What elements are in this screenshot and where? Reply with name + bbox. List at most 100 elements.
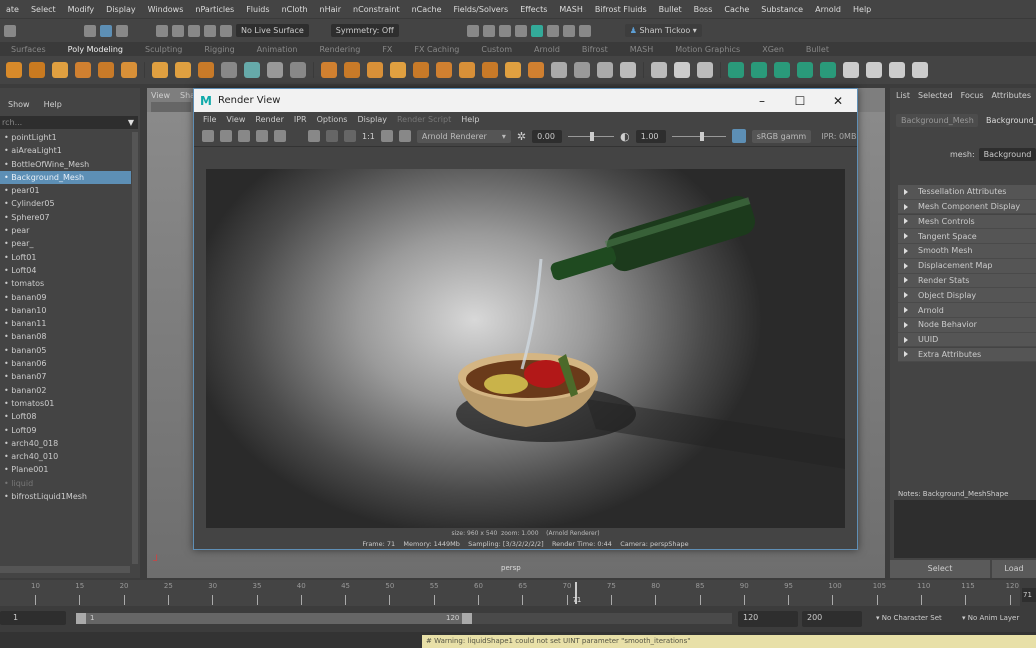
- shelf-tab-bifrost[interactable]: Bifrost: [582, 45, 608, 54]
- renderer-dropdown[interactable]: Arnold Renderer ▾: [416, 129, 511, 143]
- current-frame-field[interactable]: 71: [1022, 588, 1036, 602]
- outliner-search-input[interactable]: rch... ▼: [0, 116, 138, 129]
- shelf-tab-rendering[interactable]: Rendering: [319, 45, 360, 54]
- menu-ate[interactable]: ate: [6, 5, 19, 14]
- shelf-tool-icon[interactable]: [651, 62, 667, 78]
- load-button[interactable]: Load: [992, 560, 1036, 578]
- shelf-tool-icon[interactable]: [528, 62, 544, 78]
- shelf-tab-mash[interactable]: MASH: [630, 45, 653, 54]
- rv-menu-file[interactable]: File: [203, 115, 216, 124]
- render-current-frame-icon[interactable]: [466, 24, 479, 37]
- maximize-button[interactable]: ☐: [781, 94, 819, 108]
- outliner-item[interactable]: • tomatos01: [0, 397, 131, 410]
- menu-windows[interactable]: Windows: [148, 5, 184, 14]
- shelf-tool-icon[interactable]: [6, 62, 22, 78]
- ae-section-uuid[interactable]: UUID: [898, 332, 1036, 348]
- arnold-light-icon[interactable]: [562, 24, 575, 37]
- character-set-dropdown[interactable]: ▾ No Character Set: [876, 614, 942, 622]
- range-end-handle[interactable]: [462, 613, 472, 624]
- mode-dropdown[interactable]: [4, 24, 16, 37]
- redo-render-icon[interactable]: [202, 130, 214, 142]
- outliner-hscrollbar[interactable]: [0, 566, 130, 573]
- menu-modify[interactable]: Modify: [68, 5, 95, 14]
- shelf-tool-icon[interactable]: [728, 62, 744, 78]
- outliner-item[interactable]: • banan08: [0, 330, 131, 343]
- shelf-tab-arnold[interactable]: Arnold: [534, 45, 560, 54]
- ae-section-mesh-component-display[interactable]: Mesh Component Display: [898, 199, 1036, 215]
- outliner-item[interactable]: • banan11: [0, 317, 131, 330]
- minimize-button[interactable]: –: [743, 94, 781, 108]
- outliner-item[interactable]: • Cylinder05: [0, 197, 131, 210]
- shelf-tool-icon[interactable]: [367, 62, 383, 78]
- notes-field[interactable]: [894, 500, 1036, 558]
- user-account-button[interactable]: ♟ Sham Tickoo ▾: [624, 24, 702, 37]
- rv-menu-view[interactable]: View: [226, 115, 245, 124]
- viewport-menu-view[interactable]: View: [151, 91, 170, 100]
- exposure-field[interactable]: 0.00: [532, 129, 563, 143]
- outliner-item[interactable]: • banan09: [0, 291, 131, 304]
- ae-section-displacement-map[interactable]: Displacement Map: [898, 258, 1036, 274]
- gamma-field[interactable]: 1.00: [635, 129, 666, 143]
- rv-menu-help[interactable]: Help: [461, 115, 479, 124]
- outliner-item[interactable]: • Loft08: [0, 410, 131, 423]
- shelf-tool-icon[interactable]: [175, 62, 191, 78]
- range-start-handle[interactable]: [76, 613, 86, 624]
- time-slider[interactable]: 10 15 20 25 30 35 40 45 50 55 60 65 70 75 80 85 90 95 100 1…: [0, 580, 1020, 606]
- ae-menu-selected[interactable]: Selected: [918, 91, 953, 100]
- keep-image-icon[interactable]: [308, 130, 320, 142]
- outliner-item[interactable]: • pear_: [0, 237, 131, 250]
- ae-section-tangent-space[interactable]: Tangent Space: [898, 229, 1036, 244]
- outliner-scrollbar[interactable]: [132, 132, 138, 564]
- ipr-render-icon[interactable]: [498, 24, 511, 37]
- ae-tab-shape[interactable]: Background_M: [986, 114, 1036, 127]
- rv-menu-ipr[interactable]: IPR: [294, 115, 307, 124]
- shelf-tool-icon[interactable]: [390, 62, 406, 78]
- shelf-tool-icon[interactable]: [866, 62, 882, 78]
- shelf-tool-icon[interactable]: [912, 62, 928, 78]
- animation-end-field[interactable]: 200: [802, 611, 862, 627]
- shelf-tool-icon[interactable]: [797, 62, 813, 78]
- menu-ncache[interactable]: nCache: [412, 5, 442, 14]
- snapshot-icon[interactable]: [238, 130, 250, 142]
- rv-menu-render-script[interactable]: Render Script: [397, 115, 451, 124]
- shelf-tool-icon[interactable]: [574, 62, 590, 78]
- shelf-tab-animation[interactable]: Animation: [257, 45, 298, 54]
- shelf-tool-icon[interactable]: [505, 62, 521, 78]
- shelf-tool-icon[interactable]: [620, 62, 636, 78]
- shelf-tool-icon[interactable]: [697, 62, 713, 78]
- outliner-item[interactable]: • BottleOfWine_Mesh: [0, 158, 131, 171]
- close-button[interactable]: ✕: [819, 94, 857, 108]
- search-dropdown-icon[interactable]: ▼: [128, 116, 134, 129]
- shelf-tab-sculpting[interactable]: Sculpting: [145, 45, 182, 54]
- shelf-tool-icon[interactable]: [98, 62, 114, 78]
- outliner-item[interactable]: • Background_Mesh: [0, 170, 131, 185]
- render-view-icon[interactable]: [482, 24, 495, 37]
- shelf-tool-icon[interactable]: [459, 62, 475, 78]
- shelf-tool-icon[interactable]: [551, 62, 567, 78]
- shelf-tool-icon[interactable]: [267, 62, 283, 78]
- select-button[interactable]: Select: [890, 560, 990, 578]
- snap-surface-icon[interactable]: [220, 24, 232, 37]
- menu-bullet[interactable]: Bullet: [659, 5, 682, 14]
- shelf-tool-icon[interactable]: [321, 62, 337, 78]
- shelf-tool-icon[interactable]: [221, 62, 237, 78]
- menu-cache[interactable]: Cache: [724, 5, 749, 14]
- menu-fluids[interactable]: Fluids: [246, 5, 269, 14]
- ae-section-object-display[interactable]: Object Display: [898, 288, 1036, 304]
- render-view-titlebar[interactable]: M Render View – ☐ ✕: [194, 89, 857, 112]
- outliner-menu-help[interactable]: Help: [44, 100, 62, 109]
- rgb-channel-icon[interactable]: [326, 130, 338, 142]
- outliner-item[interactable]: • aiAreaLight1: [0, 144, 131, 157]
- fit-frame-icon[interactable]: [380, 130, 393, 142]
- shelf-tool-icon[interactable]: [344, 62, 360, 78]
- shelf-tab-fx[interactable]: FX: [382, 45, 392, 54]
- snap-grid-icon[interactable]: [156, 24, 168, 37]
- ae-section-mesh-controls[interactable]: Mesh Controls: [898, 214, 1036, 230]
- lasso-icon[interactable]: [100, 24, 112, 37]
- menu-select[interactable]: Select: [31, 5, 56, 14]
- shelf-tool-icon[interactable]: [75, 62, 91, 78]
- real-size-button[interactable]: 1:1: [362, 132, 375, 141]
- menu-help[interactable]: Help: [853, 5, 871, 14]
- shelf-tab-bullet[interactable]: Bullet: [806, 45, 829, 54]
- shelf-tab-poly-modeling[interactable]: Poly Modeling: [68, 45, 123, 54]
